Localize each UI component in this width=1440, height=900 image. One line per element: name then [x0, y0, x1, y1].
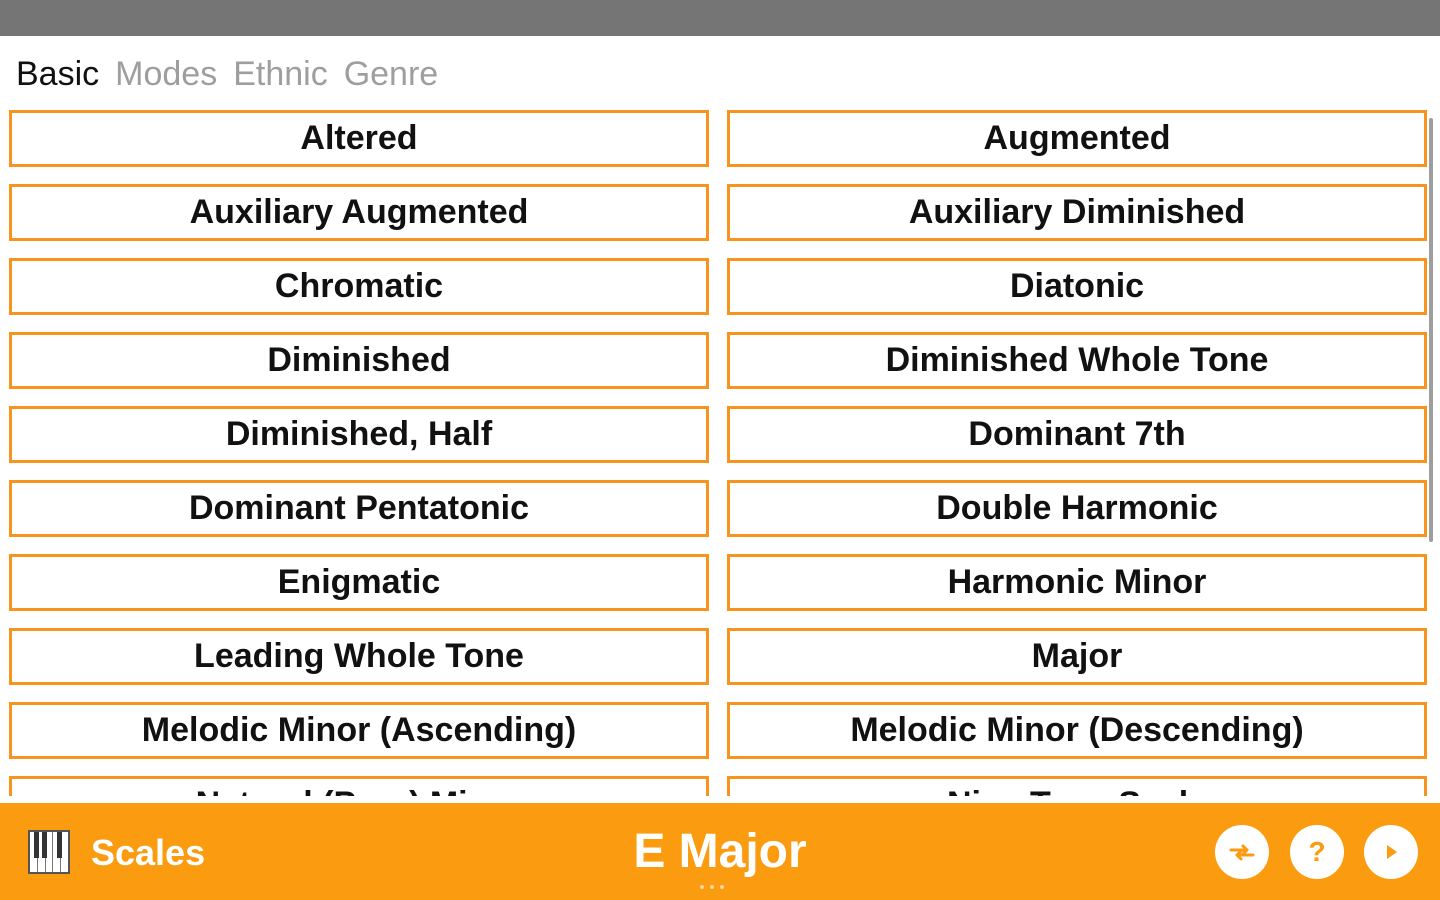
scale-button-melodic-minor-descending[interactable]: Melodic Minor (Descending): [727, 702, 1427, 759]
bottom-bar: Scales E Major ?: [0, 803, 1440, 900]
scale-button-auxiliary-diminished[interactable]: Auxiliary Diminished: [727, 184, 1427, 241]
swap-button[interactable]: [1215, 825, 1269, 879]
scale-button-augmented[interactable]: Augmented: [727, 110, 1427, 167]
scale-button-double-harmonic[interactable]: Double Harmonic: [727, 480, 1427, 537]
scale-button-diminished-whole-tone[interactable]: Diminished Whole Tone: [727, 332, 1427, 389]
scale-button-major[interactable]: Major: [727, 628, 1427, 685]
scale-button-diatonic[interactable]: Diatonic: [727, 258, 1427, 315]
status-bar: [0, 0, 1440, 36]
scale-grid: Altered Augmented Auxiliary Augmented Au…: [9, 110, 1427, 796]
scale-button-diminished[interactable]: Diminished: [9, 332, 709, 389]
piano-icon[interactable]: [28, 830, 70, 874]
scale-button-harmonic-minor[interactable]: Harmonic Minor: [727, 554, 1427, 611]
scrollbar-thumb[interactable]: [1429, 118, 1433, 542]
tab-modes[interactable]: Modes: [115, 52, 217, 96]
scale-button-chromatic[interactable]: Chromatic: [9, 258, 709, 315]
play-icon: [1387, 845, 1397, 859]
section-title[interactable]: Scales: [91, 829, 205, 877]
scale-button-dominant-pentatonic[interactable]: Dominant Pentatonic: [9, 480, 709, 537]
scale-button-diminished-half[interactable]: Diminished, Half: [9, 406, 709, 463]
help-icon: ?: [1308, 836, 1326, 867]
scale-list[interactable]: Altered Augmented Auxiliary Augmented Au…: [0, 108, 1440, 796]
category-tabs: Basic Modes Ethnic Genre: [16, 52, 438, 96]
tab-ethnic[interactable]: Ethnic: [233, 52, 328, 96]
current-scale-title: E Major: [633, 825, 807, 878]
scale-button-dominant-7th[interactable]: Dominant 7th: [727, 406, 1427, 463]
tab-basic[interactable]: Basic: [16, 52, 99, 96]
tab-genre[interactable]: Genre: [344, 52, 439, 96]
swap-arrows-icon: [1229, 844, 1255, 861]
scale-button-nine-tone-scale[interactable]: Nine Tone Scale: [727, 776, 1427, 796]
scale-button-enigmatic[interactable]: Enigmatic: [9, 554, 709, 611]
scale-button-auxiliary-augmented[interactable]: Auxiliary Augmented: [9, 184, 709, 241]
help-button[interactable]: ?: [1290, 825, 1344, 879]
play-button[interactable]: [1364, 825, 1418, 879]
scale-button-leading-whole-tone[interactable]: Leading Whole Tone: [9, 628, 709, 685]
scale-button-melodic-minor-ascending[interactable]: Melodic Minor (Ascending): [9, 702, 709, 759]
scale-button-altered[interactable]: Altered: [9, 110, 709, 167]
page-indicator: [700, 885, 724, 889]
scale-button-natural-pure-minor[interactable]: Natural (Pure) Minor: [9, 776, 709, 796]
